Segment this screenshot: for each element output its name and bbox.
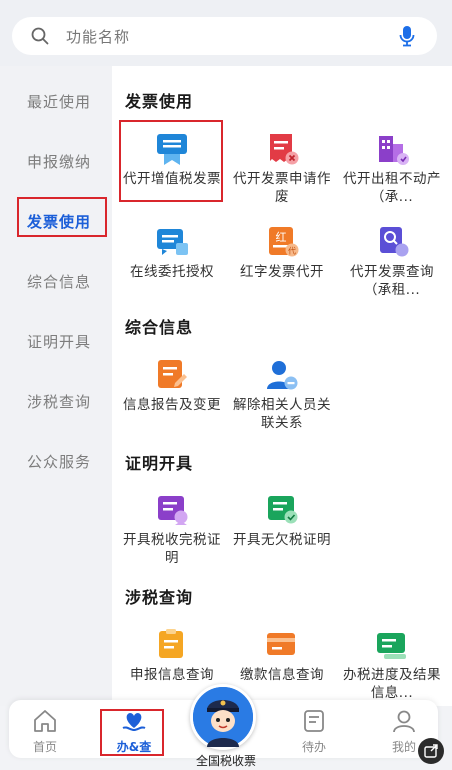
tile-red-invoice[interactable]: 红 代 红字发票代开 — [227, 221, 337, 313]
function-grid: 发票使用 代开增值税发票 代开发票申请作废 代开出租不动产（承... 在线委托授… — [112, 66, 452, 706]
payment-query-icon — [267, 633, 295, 655]
tile-info-report-change[interactable]: 信息报告及变更 — [117, 354, 227, 446]
sidebar-item-declare-pay[interactable]: 申报缴纳 — [0, 142, 112, 182]
red-invoice-icon: 红 代 — [269, 227, 299, 257]
tile-label: 开具税收完税证明 — [123, 532, 221, 566]
sidebar-item-label: 涉税查询 — [27, 393, 92, 411]
section-title-general-info: 综合信息 — [125, 318, 194, 337]
invoice-ribbon-icon — [157, 134, 187, 165]
nav-label: 待办 — [301, 740, 326, 754]
tile-label: 申报信息查询 — [130, 667, 214, 683]
tile-label: 信息报告及变更 — [123, 397, 221, 413]
sidebar-item-label: 综合信息 — [27, 273, 92, 291]
share-icon — [424, 744, 438, 758]
section-title-tax-query: 涉税查询 — [125, 588, 194, 607]
user-icon — [393, 710, 415, 733]
tile-invoice-query-lease[interactable]: 代开发票查询（承租... — [337, 221, 447, 313]
section-title-invoice: 发票使用 — [125, 92, 194, 111]
invoice-cancel-icon — [270, 134, 299, 165]
tile-label: 在线委托授权 — [130, 264, 214, 280]
sidebar-item-tax-query[interactable]: 涉税查询 — [0, 382, 112, 422]
invoice-search-icon — [380, 227, 409, 257]
nav-todo[interactable]: 待办 — [279, 706, 349, 756]
tile-label: 代开出租不动产（承... — [343, 171, 441, 205]
tile-cancel-invoice-request[interactable]: 代开发票申请作废 — [227, 128, 337, 220]
sidebar-item-recent[interactable]: 最近使用 — [0, 82, 112, 122]
sidebar-item-certificates[interactable]: 证明开具 — [0, 322, 112, 362]
nav-home[interactable]: 首页 — [10, 706, 80, 756]
declaration-query-icon — [159, 629, 183, 658]
sidebar-item-general-info[interactable]: 综合信息 — [0, 262, 112, 302]
no-arrears-certificate-icon — [268, 496, 298, 524]
svg-text:代: 代 — [288, 246, 296, 256]
category-sidebar: 最近使用 申报缴纳 发票使用 综合信息 证明开具 涉税查询 公众服务 — [0, 66, 112, 706]
building-invoice-icon — [379, 136, 409, 165]
delegate-card-icon — [157, 229, 188, 255]
tile-label: 解除相关人员关联关系 — [233, 397, 331, 431]
tile-no-arrears-certificate[interactable]: 开具无欠税证明 — [227, 489, 337, 581]
tile-label: 代开发票申请作废 — [233, 171, 331, 205]
tax-officer-avatar-icon — [193, 687, 253, 747]
sidebar-item-invoice[interactable]: 发票使用 — [0, 197, 112, 242]
tax-certificate-icon — [158, 496, 188, 525]
tile-tax-payment-certificate[interactable]: 开具税收完税证明 — [117, 489, 227, 581]
home-icon — [34, 710, 56, 732]
report-edit-icon — [158, 360, 187, 388]
highlight-box — [100, 709, 164, 756]
tile-label: 代开增值税发票 — [123, 171, 221, 187]
section-title-certificates: 证明开具 — [125, 454, 194, 473]
tile-label: 缴款信息查询 — [240, 667, 324, 683]
sidebar-item-label: 证明开具 — [27, 333, 92, 351]
nav-label: 首页 — [32, 740, 57, 754]
tile-issue-vat-invoice[interactable]: 代开增值税发票 — [117, 120, 227, 220]
sidebar-item-label: 最近使用 — [27, 93, 92, 111]
center-button-label: 全国税收票 — [195, 754, 256, 768]
sidebar-item-label: 申报缴纳 — [27, 153, 92, 171]
share-button[interactable] — [418, 738, 444, 764]
sidebar-item-public-service[interactable]: 公众服务 — [0, 442, 112, 482]
tile-label: 办税进度及结果信息... — [343, 667, 441, 701]
sidebar-item-label: 公众服务 — [27, 453, 92, 471]
tile-label: 开具无欠税证明 — [233, 532, 331, 548]
highlight-box — [17, 197, 107, 237]
tile-rental-property-invoice[interactable]: 代开出租不动产（承... — [337, 128, 447, 220]
tile-label: 红字发票代开 — [240, 264, 324, 280]
svg-text:红: 红 — [276, 231, 287, 244]
tile-remove-relation[interactable]: 解除相关人员关联关系 — [227, 354, 337, 446]
todo-icon — [304, 710, 324, 732]
tax-assistant-avatar-button[interactable] — [190, 684, 256, 750]
progress-query-icon — [377, 633, 406, 659]
tile-label: 代开发票查询（承租... — [350, 264, 434, 298]
tile-online-delegation[interactable]: 在线委托授权 — [117, 221, 227, 313]
search-bar[interactable]: 功能名称 — [12, 17, 437, 55]
microphone-icon[interactable] — [399, 25, 415, 47]
search-icon — [31, 27, 49, 45]
search-header: 功能名称 — [0, 0, 452, 66]
search-input[interactable]: 功能名称 — [66, 26, 130, 47]
person-remove-icon — [267, 361, 298, 390]
